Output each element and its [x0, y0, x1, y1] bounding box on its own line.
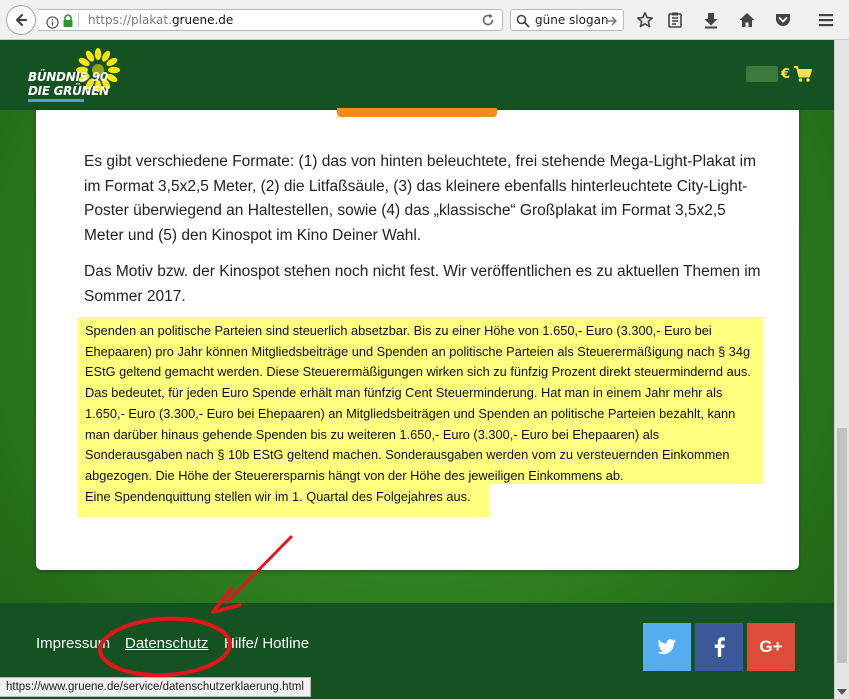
bookmark-star-icon[interactable]: [634, 9, 656, 31]
facebook-icon: [714, 637, 725, 657]
search-go-icon[interactable]: [605, 13, 619, 32]
orange-button[interactable]: [337, 108, 497, 117]
facebook-button[interactable]: [695, 623, 743, 671]
info-icon[interactable]: [46, 14, 59, 33]
cart-icon: [794, 66, 813, 82]
url-bar[interactable]: https://plakat.gruene.de: [38, 9, 503, 31]
scrollbar-thumb[interactable]: [837, 428, 847, 663]
url-text: https://plakat.gruene.de: [88, 13, 234, 27]
reload-icon[interactable]: [480, 12, 496, 32]
formats-paragraph: Es gibt verschiedene Formate: (1) das vo…: [84, 153, 757, 244]
cart-amount-redacted: [746, 66, 778, 82]
home-icon[interactable]: [736, 9, 758, 31]
footer-link-hilfe[interactable]: Hilfe/ Hotline: [224, 635, 309, 652]
footer-link-datenschutz[interactable]: Datenschutz: [125, 635, 208, 652]
search-bar[interactable]: güne slogan: [510, 9, 624, 31]
menu-icon[interactable]: [815, 9, 837, 31]
twitter-button[interactable]: [643, 623, 691, 671]
reading-list-icon[interactable]: [664, 9, 686, 31]
site-header: BÜNDNIS 90 DIE GRÜNEN €: [0, 40, 834, 110]
donation-text: Spenden an politische Parteien sind steu…: [85, 323, 751, 483]
highlighted-donation-info: Spenden an politische Parteien sind steu…: [77, 317, 763, 517]
lock-icon: [62, 13, 74, 32]
google-plus-icon: G+: [759, 637, 783, 656]
motiv-paragraph: Das Motiv bzw. der Kinospot stehen noch …: [84, 263, 761, 305]
google-plus-button[interactable]: G+: [747, 623, 795, 671]
gruene-logo[interactable]: BÜNDNIS 90 DIE GRÜNEN: [26, 48, 126, 104]
browser-toolbar: https://plakat.gruene.de güne slogan: [0, 0, 849, 40]
page-scrollbar[interactable]: [834, 40, 849, 699]
download-icon[interactable]: [700, 9, 722, 31]
content-card: Es gibt verschiedene Formate: (1) das vo…: [36, 108, 799, 570]
scroll-down-icon[interactable]: [837, 689, 847, 695]
search-input[interactable]: güne slogan: [535, 13, 609, 27]
logo-line-1: BÜNDNIS 90: [28, 70, 108, 84]
donation-receipt-text: Eine Spendenquittung stellen wir im 1. Q…: [85, 488, 471, 504]
status-bar: https://www.gruene.de/service/datenschut…: [0, 677, 311, 697]
shopping-cart[interactable]: €: [746, 64, 813, 84]
search-icon: [516, 13, 530, 32]
status-url: https://www.gruene.de/service/datenschut…: [6, 681, 304, 693]
logo-line-2: DIE GRÜNEN: [28, 84, 109, 98]
back-button[interactable]: [6, 5, 36, 35]
footer-link-impressum[interactable]: Impressum: [36, 635, 110, 652]
cart-currency: €: [781, 66, 791, 82]
web-page: BÜNDNIS 90 DIE GRÜNEN € Es gibt verschie…: [0, 40, 834, 699]
pocket-icon[interactable]: [772, 9, 794, 31]
twitter-icon: [657, 638, 677, 654]
arrow-left-icon: [15, 13, 28, 27]
